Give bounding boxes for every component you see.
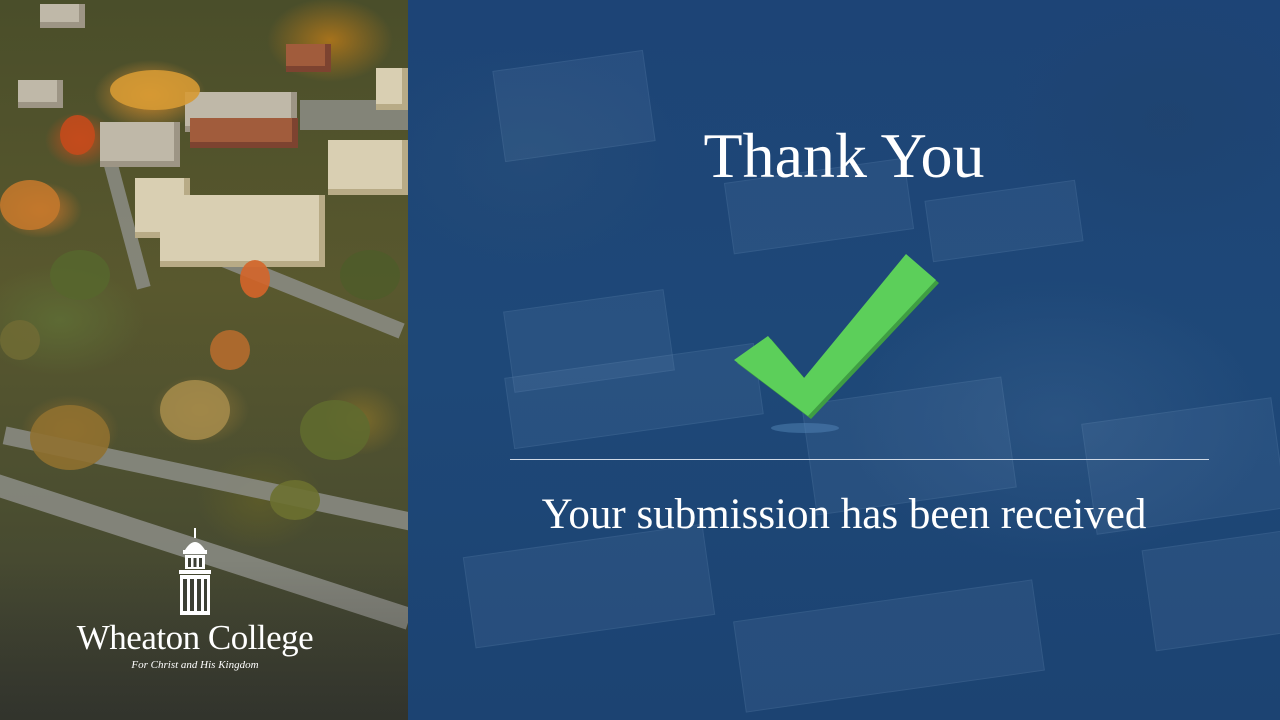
building	[100, 122, 180, 167]
logo-tagline: For Christ and His Kingdom	[131, 659, 259, 671]
tree	[0, 180, 60, 230]
tree	[340, 250, 400, 300]
tree	[60, 115, 95, 155]
page-title: Thank You	[703, 120, 985, 191]
tree	[30, 405, 110, 470]
tree	[300, 400, 370, 460]
confirmation-message: Your submission has been received	[541, 491, 1147, 538]
tree	[210, 330, 250, 370]
faded-building	[462, 523, 716, 649]
building	[328, 140, 408, 195]
tree	[50, 250, 110, 300]
building	[18, 80, 63, 108]
building	[160, 195, 325, 267]
tree	[160, 380, 230, 440]
faded-building	[1141, 530, 1280, 652]
campus-aerial-photo: Wheaton College For Christ and His Kingd…	[0, 0, 408, 720]
building	[190, 118, 298, 148]
tree	[110, 70, 200, 110]
wheaton-college-logo: Wheaton College For Christ and His Kingd…	[60, 528, 330, 671]
checkmark-icon	[734, 254, 939, 433]
divider	[510, 459, 1209, 460]
building	[40, 4, 85, 28]
tree	[0, 320, 40, 360]
tree	[270, 480, 320, 520]
bell-tower-icon	[179, 528, 211, 615]
building	[286, 44, 331, 72]
building	[376, 68, 408, 110]
logo-name: Wheaton College	[76, 618, 314, 657]
faded-field	[733, 579, 1045, 713]
tree	[240, 260, 270, 298]
